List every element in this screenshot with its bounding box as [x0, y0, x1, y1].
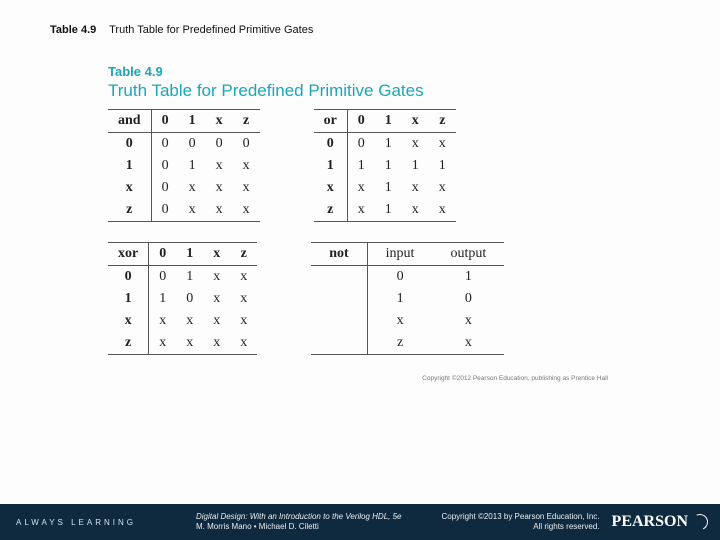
- table-row: x0xxx: [108, 177, 260, 199]
- always-learning: ALWAYS LEARNING: [16, 518, 136, 527]
- table-row: 101xx: [108, 155, 260, 177]
- truth-table-or: or 0 1 x z 001xx 11111 xx1xx zx1xx: [314, 109, 456, 222]
- table-row: z0xxx: [108, 199, 260, 222]
- table-row: 10: [311, 288, 504, 310]
- gate-name: not: [311, 243, 367, 266]
- gate-name: and: [108, 110, 151, 133]
- truth-table-and: and 0 1 x z 00000 101xx x0xxx z0xxx: [108, 109, 260, 222]
- truth-table-not: not input output 01 10 xx zx: [311, 242, 504, 355]
- book-title: Digital Design: With an Introduction to …: [196, 512, 402, 522]
- book-credit: Digital Design: With an Introduction to …: [196, 512, 402, 533]
- tables-row-2: xor 0 1 x z 001xx 110xx xxxxx zxxxx not …: [108, 242, 608, 355]
- table-row: xx1xx: [314, 177, 456, 199]
- pearson-arc-icon: [690, 512, 711, 533]
- figure: Table 4.9 Truth Table for Predefined Pri…: [108, 64, 608, 382]
- caption-text: Truth Table for Predefined Primitive Gat…: [109, 24, 313, 36]
- figure-label: Table 4.9: [108, 64, 608, 79]
- table-row: zxxxx: [108, 332, 257, 355]
- figure-inner-copyright: Copyright ©2012 Pearson Education, publi…: [108, 375, 608, 382]
- table-row: zx1xx: [314, 199, 456, 222]
- table-row: 11111: [314, 155, 456, 177]
- caption-number: Table 4.9: [50, 24, 96, 36]
- table-row: 001xx: [108, 266, 257, 289]
- table-row: 01: [311, 266, 504, 289]
- table-row: 110xx: [108, 288, 257, 310]
- pearson-wordmark: PEARSON: [612, 513, 688, 531]
- pearson-logo: PEARSON: [612, 513, 708, 531]
- table-row: 001xx: [314, 133, 456, 156]
- table-row: xx: [311, 310, 504, 332]
- slide-caption: Table 4.9 Truth Table for Predefined Pri…: [50, 24, 313, 36]
- truth-table-xor: xor 0 1 x z 001xx 110xx xxxxx zxxxx: [108, 242, 257, 355]
- table-row: zx: [311, 332, 504, 355]
- footer-bar: ALWAYS LEARNING Digital Design: With an …: [0, 504, 720, 540]
- figure-title: Truth Table for Predefined Primitive Gat…: [108, 81, 608, 101]
- gate-name: xor: [108, 243, 149, 266]
- book-authors: M. Morris Mano • Michael D. Ciletti: [196, 522, 402, 532]
- table-row: 00000: [108, 133, 260, 156]
- gate-name: or: [314, 110, 348, 133]
- tables-row-1: and 0 1 x z 00000 101xx x0xxx z0xxx or 0…: [108, 109, 608, 222]
- not-output-header: output: [432, 243, 504, 266]
- not-input-header: input: [367, 243, 432, 266]
- table-row: xxxxx: [108, 310, 257, 332]
- footer-copyright: Copyright ©2013 by Pearson Education, In…: [442, 512, 600, 533]
